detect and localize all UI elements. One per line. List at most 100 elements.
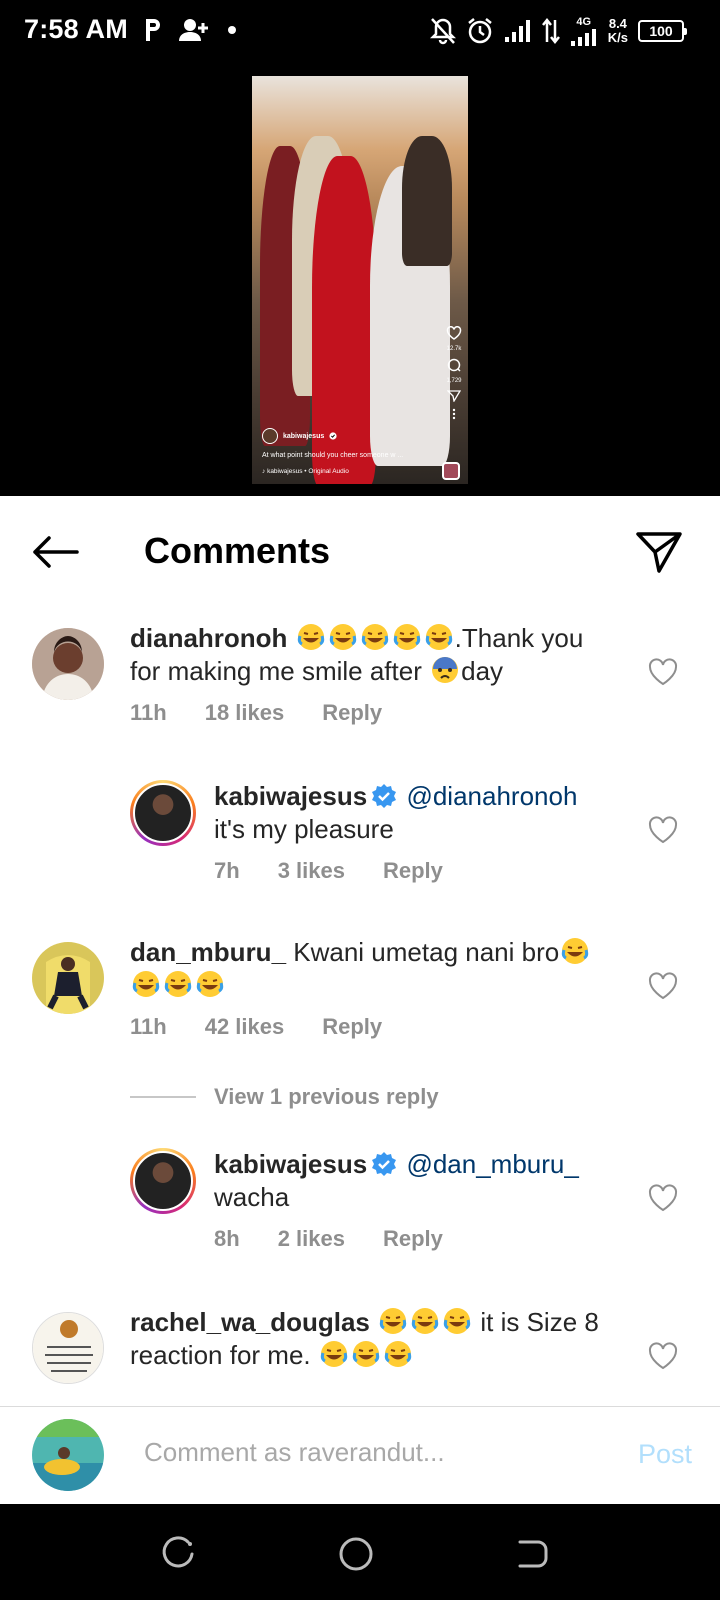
avatar-photo: [32, 628, 104, 700]
comment-username[interactable]: kabiwajesus: [214, 781, 367, 811]
comment-body: wacha: [214, 1182, 290, 1212]
like-heart-icon[interactable]: [648, 816, 678, 844]
more-vertical-icon[interactable]: [452, 408, 456, 420]
view-previous-replies[interactable]: View 1 previous reply: [130, 1084, 439, 1110]
network-type: 4G: [576, 15, 592, 28]
comment-text: dan_mburu_ Kwani umetag nani bro: [130, 936, 610, 1002]
comment-item: rachel_wa_douglas it is Size 8 reaction …: [0, 1306, 720, 1406]
signal-4g-icon: [570, 28, 596, 46]
data-transfer-icon: [541, 18, 560, 44]
laughing-emoji-icon: [384, 1341, 412, 1367]
audio-cover-thumbnail[interactable]: [442, 462, 460, 480]
like-heart-icon[interactable]: [648, 658, 678, 686]
send-icon[interactable]: [447, 390, 461, 402]
comment-text-part: .Thank you: [454, 623, 584, 653]
comment-time: 7h: [214, 858, 240, 883]
video-comments-count: 1,729: [446, 378, 462, 384]
laughing-emoji-icon: [132, 971, 160, 997]
laughing-emoji-icon: [352, 1341, 380, 1367]
avatar-photo: [32, 1419, 104, 1491]
verified-badge-icon: [372, 1152, 397, 1176]
status-right-icons: 4G 8.4 K/s 100: [429, 12, 687, 50]
comment-time: 11h: [130, 700, 167, 725]
system-navigation-bar: [0, 1504, 720, 1600]
avatar[interactable]: [130, 1148, 196, 1214]
comment-likes[interactable]: 3 likes: [278, 858, 345, 884]
page-title: Comments: [144, 530, 331, 571]
alarm-icon: [467, 18, 492, 44]
laughing-emoji-group: [295, 623, 455, 653]
comment-likes[interactable]: 18 likes: [205, 700, 285, 726]
comment-text: kabiwajesus @dianahronoh it's my pleasur…: [214, 780, 614, 846]
like-heart-icon[interactable]: [648, 1184, 678, 1212]
view-previous-label: View 1 previous reply: [214, 1084, 439, 1109]
comment-meta: 8h 2 likes Reply: [214, 1226, 481, 1252]
video-audio-label: kabiwajesus • Original Audio: [267, 468, 349, 475]
like-heart-icon[interactable]: [648, 972, 678, 1000]
post-button[interactable]: Post: [638, 1439, 692, 1470]
comment-likes[interactable]: 42 likes: [205, 1014, 285, 1040]
laughing-emoji-icon: [361, 624, 388, 650]
laughing-emoji-group: [377, 1307, 473, 1337]
comment-username[interactable]: kabiwajesus: [214, 1149, 367, 1179]
comment-item: dianahronoh .Thank you for making me smi…: [0, 622, 720, 752]
comment-text-part: day: [461, 656, 504, 686]
comment-mention[interactable]: @dianahronoh: [406, 781, 577, 811]
comment-likes[interactable]: 2 likes: [278, 1226, 345, 1252]
reply-button[interactable]: Reply: [322, 1014, 382, 1040]
comment-icon[interactable]: [447, 358, 461, 372]
reply-button[interactable]: Reply: [383, 858, 443, 884]
avatar[interactable]: [32, 628, 104, 700]
status-time: 7:58 AM: [24, 14, 128, 44]
home-icon[interactable]: [336, 1534, 376, 1574]
avatar[interactable]: [32, 1312, 104, 1384]
reply-button[interactable]: Reply: [322, 700, 382, 726]
laughing-emoji-icon: [164, 971, 192, 997]
laughing-emoji-icon: [196, 971, 224, 997]
avatar-photo: [133, 1151, 193, 1211]
comment-username[interactable]: dan_mburu_: [130, 937, 286, 967]
comment-username[interactable]: rachel_wa_douglas: [130, 1307, 370, 1337]
comment-mention[interactable]: @dan_mburu_: [406, 1149, 578, 1179]
comment-time: 8h: [214, 1226, 240, 1251]
avatar[interactable]: [130, 780, 196, 846]
signal-icon: [504, 20, 530, 42]
comment-username[interactable]: dianahronoh: [130, 623, 287, 653]
comment-body: Kwani umetag nani bro: [293, 937, 560, 967]
avatar-photo: [32, 942, 104, 1014]
heart-icon[interactable]: [446, 326, 462, 340]
comment-meta: 7h 3 likes Reply: [214, 858, 481, 884]
laughing-emoji-icon: [425, 624, 452, 650]
network-speed-unit: K/s: [607, 30, 628, 45]
reply-item: kabiwajesus @dan_mburu_ wacha 8h 2 likes…: [0, 1148, 720, 1278]
thread-line: [130, 1096, 196, 1098]
recent-apps-icon[interactable]: [158, 1534, 198, 1574]
video-audio[interactable]: ♪ kabiwajesus • Original Audio: [262, 468, 349, 475]
reply-item: kabiwajesus @dianahronoh it's my pleasur…: [0, 780, 720, 910]
comment-text: dianahronoh .Thank you for making me smi…: [130, 622, 610, 688]
back-button[interactable]: [30, 530, 80, 574]
video-caption: At what point should you cheer someone w…: [262, 452, 404, 459]
back-nav-icon[interactable]: [512, 1534, 552, 1574]
share-button[interactable]: [634, 528, 684, 576]
video-owner[interactable]: kabiwajesus: [262, 428, 337, 444]
send-icon: [636, 532, 682, 573]
video-thumbnail[interactable]: 12.7k 1,729 kabiwajesus At what point sh…: [252, 76, 468, 484]
reply-button[interactable]: Reply: [383, 1226, 443, 1252]
video-actions: 12.7k 1,729: [446, 326, 462, 420]
like-heart-icon[interactable]: [648, 1342, 678, 1370]
add-person-icon: [179, 19, 208, 41]
laughing-emoji-icon: [411, 1308, 439, 1334]
laughing-emoji-icon: [393, 624, 420, 650]
video-preview-area[interactable]: 12.7k 1,729 kabiwajesus At what point sh…: [0, 66, 720, 496]
arrow-left-icon: [33, 536, 79, 568]
anxious-face-emoji-icon: [432, 657, 459, 683]
network-speed-value: 8.4: [608, 16, 627, 31]
laughing-emoji-group: [130, 970, 226, 1000]
network-speed: 8.4 K/s: [608, 17, 628, 45]
comment-input[interactable]: [144, 1437, 584, 1468]
signal-4g: 4G: [570, 15, 598, 46]
comment-text-part: for making me smile after: [130, 656, 422, 686]
avatar[interactable]: [32, 942, 104, 1014]
laughing-emoji-icon: [329, 624, 356, 650]
